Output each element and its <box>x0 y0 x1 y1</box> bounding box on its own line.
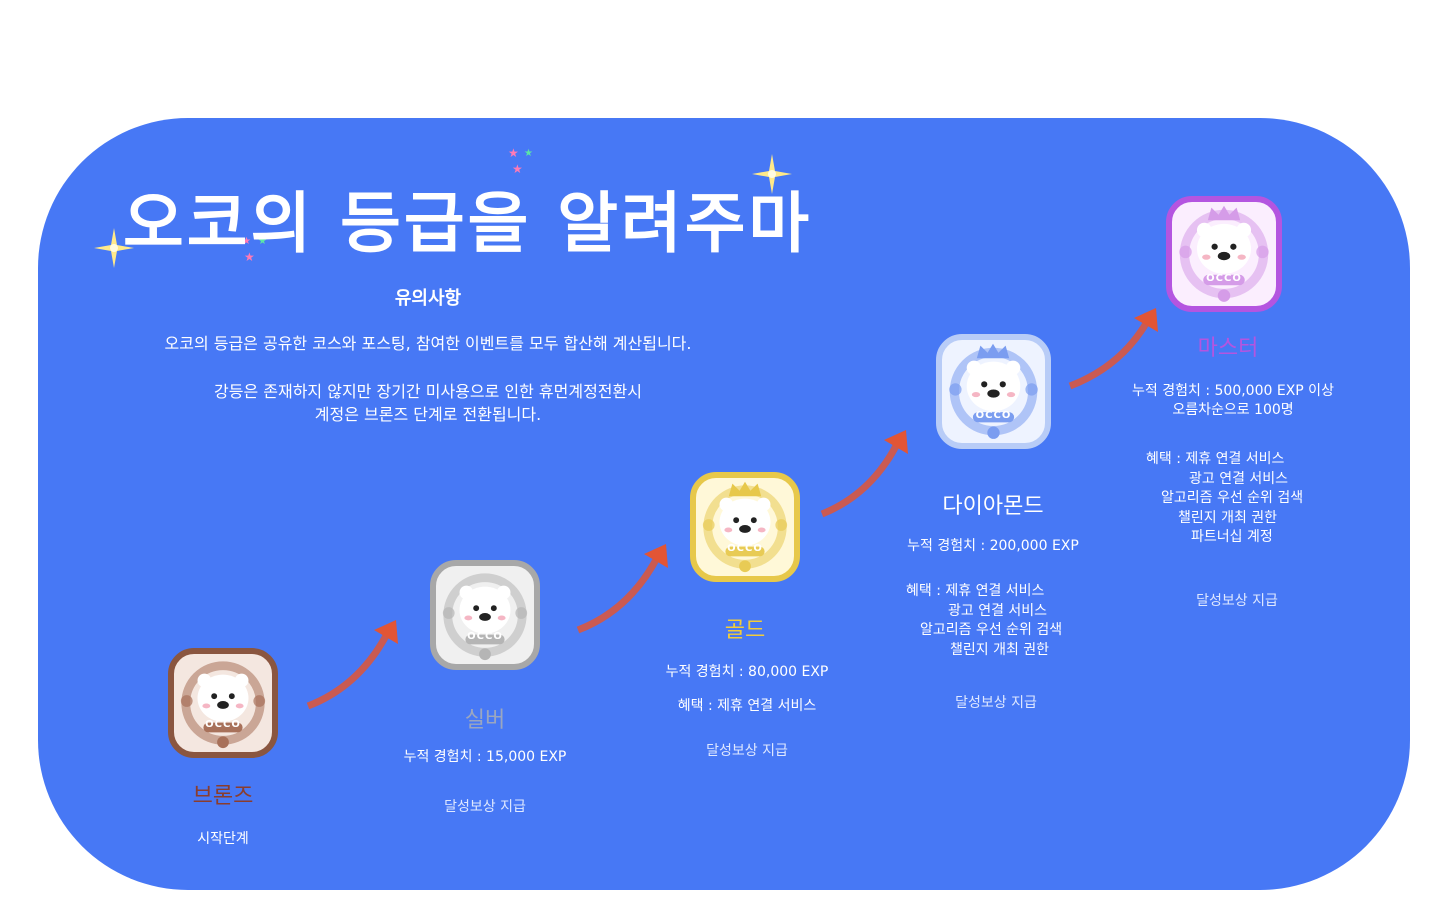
occo-logo-text: OCCO <box>975 410 1012 421</box>
benefit-item: 알고리즘 우선 순위 검색 <box>920 622 1063 638</box>
tier-benefit: 혜택 : 제휴 연결 서비스 <box>677 698 817 714</box>
benefit-item: 혜택 : 제휴 연결 서비스 <box>1146 451 1285 467</box>
benefit-item: 챌린지 개최 권한 <box>1178 509 1278 526</box>
star-icon: ★ <box>508 146 519 160</box>
page-title: 오코의 등급을 알려주마 <box>123 185 813 262</box>
star-icon: ★ <box>524 148 533 159</box>
benefit-list: 혜택 : 제휴 연결 서비스 광고 연결 서비스 알고리즘 우선 순위 검색 챌… <box>1146 450 1303 548</box>
benefit-item: 챌린지 개최 권한 <box>950 641 1050 658</box>
tier-name: 다이아몬드 <box>942 494 1044 519</box>
tier-exp: 누적 경험치 : 15,000 EXP <box>403 749 567 765</box>
grade-panel: ★ ★ ★ ★ ★ ★ 오코의 등급을 알려주마 유의사항 오코의 등급은 공유… <box>38 118 1410 890</box>
benefit-item: 광고 연결 서비스 <box>1189 470 1289 487</box>
crown-icon <box>727 480 763 498</box>
benefit-item: 혜택 : 제휴 연결 서비스 <box>906 583 1045 599</box>
bronze-badge-icon: OCCO <box>168 648 278 758</box>
notice-line: 강등은 존재하지 않지만 장기간 미사용으로 인한 휴먼계정전환시 <box>214 382 642 401</box>
tier-exp: 누적 경험치 : 80,000 EXP <box>665 664 829 680</box>
arrow-icon <box>306 620 398 710</box>
tier-name: 골드 <box>724 618 766 643</box>
benefit-item: 알고리즘 우선 순위 검색 <box>1161 490 1304 506</box>
tier-exp: 누적 경험치 : 500,000 EXP 이상 <box>1132 383 1334 399</box>
arrow-icon <box>1068 308 1158 390</box>
tier-desc: 시작단계 <box>197 831 249 847</box>
occo-logo-text: OCCO <box>727 543 763 554</box>
benefit-list: 혜택 : 제휴 연결 서비스 광고 연결 서비스 알고리즘 우선 순위 검색 챌… <box>906 582 1062 660</box>
silver-badge-icon: OCCO <box>430 560 540 670</box>
notice-heading: 유의사항 <box>394 288 462 309</box>
tier-name: 실버 <box>464 708 506 733</box>
occo-logo-text: OCCO <box>205 719 241 730</box>
occo-logo-text: OCCO <box>467 631 503 642</box>
crown-icon <box>975 342 1011 360</box>
occo-logo-text: OCCO <box>1206 273 1242 284</box>
notice-line: 계정은 브론즈 단계로 전환됩니다. <box>314 405 542 424</box>
reward-text: 달성보상 지급 <box>706 743 788 759</box>
reward-text: 달성보상 지급 <box>444 799 526 815</box>
benefit-item: 파트너십 계정 <box>1191 529 1273 545</box>
tier-exp-condition: 오름차순으로 100명 <box>1172 402 1294 418</box>
crown-icon <box>1206 204 1242 222</box>
tier-exp: 누적 경험치 : 200,000 EXP <box>907 538 1079 554</box>
notice-line: 오코의 등급은 공유한 코스와 포스팅, 참여한 이벤트를 모두 합산해 계산됩… <box>164 334 692 353</box>
reward-text: 달성보상 지급 <box>955 695 1037 711</box>
arrow-icon <box>576 544 668 634</box>
benefit-item: 광고 연결 서비스 <box>948 602 1048 619</box>
reward-text: 달성보상 지급 <box>1196 593 1278 609</box>
tier-name: 브론즈 <box>192 784 254 809</box>
tier-name: 마스터 <box>1197 336 1259 361</box>
